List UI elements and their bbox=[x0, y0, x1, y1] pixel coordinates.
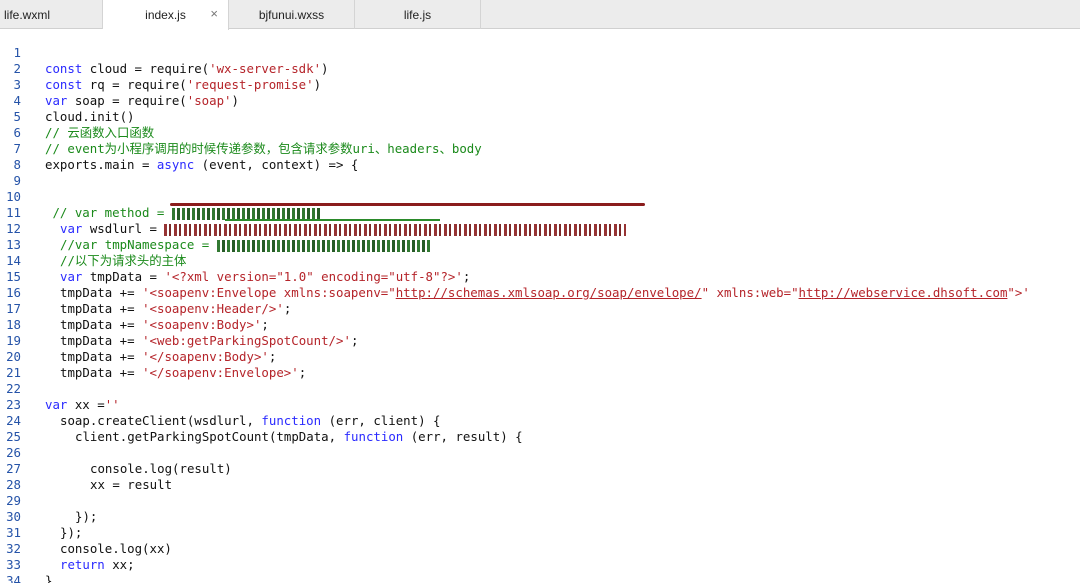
code-line: 24 client.getParkingSpotCount(tmpData, f… bbox=[0, 397, 1080, 444]
code-token: } bbox=[45, 573, 53, 583]
tab-life-js[interactable]: life.js bbox=[355, 0, 481, 29]
code-line: 7 exports.main = async (event, context) … bbox=[0, 125, 1080, 172]
code-line: 29 }); bbox=[0, 477, 1080, 524]
code-line: 32 return xx; bbox=[0, 525, 1080, 572]
code-line: 2 const rq = require('request-promise') bbox=[0, 45, 1080, 92]
code-line: 18 tmpData += '<web:getParkingSpotCount/… bbox=[0, 301, 1080, 348]
tab-life-wxml[interactable]: life.wxml bbox=[0, 0, 103, 29]
code-line: 17 tmpData += '<soapenv:Body>'; bbox=[0, 285, 1080, 332]
code-line: 15 tmpData += '<soapenv:Envelope xmlns:s… bbox=[0, 253, 1080, 300]
redaction-underline bbox=[170, 203, 645, 206]
code-line: 22 var xx ='' bbox=[0, 365, 1080, 412]
code-editor[interactable]: 1 const cloud = require('wx-server-sdk')… bbox=[0, 29, 1080, 583]
tab-bjfunui-wxss[interactable]: bjfunui.wxss bbox=[229, 0, 355, 29]
code-line: 3 var soap = require('soap') bbox=[0, 61, 1080, 108]
code-line: 25 bbox=[0, 413, 1080, 444]
code-line: 20 tmpData += '</soapenv:Envelope>'; bbox=[0, 333, 1080, 380]
tab-bar: life.wxml index.js × bjfunui.wxss life.j… bbox=[0, 0, 1080, 30]
code-line: 12 //var tmpNamespace = bbox=[0, 205, 1080, 252]
code-line: 31 console.log(xx) bbox=[0, 509, 1080, 556]
code-line: 13 //以下为请求头的主体 bbox=[0, 221, 1080, 268]
code-line: 1 const cloud = require('wx-server-sdk') bbox=[0, 29, 1080, 76]
code-line: 5 // 云函数入口函数 bbox=[0, 93, 1080, 140]
code-line: 9 bbox=[0, 157, 1080, 188]
code-line: 8 bbox=[0, 141, 1080, 172]
code-line: 16 tmpData += '<soapenv:Header/>'; bbox=[0, 269, 1080, 316]
code-line: 30 }); bbox=[0, 493, 1080, 540]
tab-index-js[interactable]: index.js × bbox=[103, 0, 229, 30]
code-line: 27 xx = result bbox=[0, 445, 1080, 492]
code-line: 23 soap.createClient(wsdlurl, function (… bbox=[0, 381, 1080, 428]
code-line: 28 bbox=[0, 461, 1080, 492]
tab-label: bjfunui.wxss bbox=[258, 7, 325, 22]
line-number: 34 bbox=[6, 573, 21, 583]
code-line: 4 cloud.init() bbox=[0, 77, 1080, 124]
tab-label: life.wxml bbox=[4, 7, 51, 22]
redaction-underline bbox=[225, 219, 440, 221]
code-line: 10 // var method = bbox=[0, 173, 1080, 220]
code-line: 19 tmpData += '</soapenv:Body>'; bbox=[0, 317, 1080, 364]
code-line: 34 bbox=[0, 557, 1080, 583]
code-line: 21 bbox=[0, 349, 1080, 380]
tab-label: index.js bbox=[145, 8, 186, 22]
code-line: 6 // event为小程序调用的时候传递参数，包含请求参数uri、header… bbox=[0, 109, 1080, 156]
close-icon[interactable]: × bbox=[210, 7, 218, 21]
code-line: 14 var tmpData = '<?xml version="1.0" en… bbox=[0, 237, 1080, 284]
code-line: 26 console.log(result) bbox=[0, 429, 1080, 476]
code-line: 33 } bbox=[0, 541, 1080, 583]
tab-label: life.js bbox=[403, 7, 432, 22]
